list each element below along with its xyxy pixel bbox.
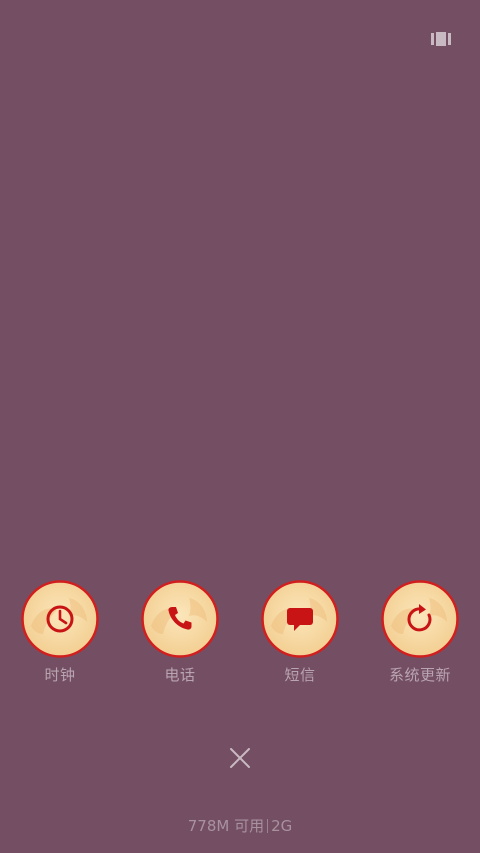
close-all-button[interactable] xyxy=(222,740,258,776)
memory-available: 778M 可用 xyxy=(187,817,265,835)
app-phone[interactable]: 电话 xyxy=(120,580,240,685)
app-messages[interactable]: 短信 xyxy=(240,580,360,685)
refresh-icon xyxy=(381,580,459,658)
app-label: 系统更新 xyxy=(388,666,451,684)
message-icon xyxy=(261,580,339,658)
app-system-update[interactable]: 系统更新 xyxy=(360,580,480,685)
recents-view-toggle[interactable] xyxy=(426,27,456,51)
recent-apps-dock: 时钟 电话 短信 系统更新 xyxy=(0,580,480,690)
clock-icon xyxy=(21,580,99,658)
close-icon xyxy=(230,748,250,768)
app-label: 时钟 xyxy=(44,666,76,684)
memory-total: 2G xyxy=(271,817,293,835)
memory-status: 778M 可用 2G xyxy=(0,815,480,836)
app-clock[interactable]: 时钟 xyxy=(0,580,120,685)
app-label: 短信 xyxy=(284,666,316,684)
app-label: 电话 xyxy=(164,666,196,684)
card-view-icon xyxy=(431,32,451,46)
phone-icon xyxy=(141,580,219,658)
memory-divider xyxy=(267,819,269,833)
